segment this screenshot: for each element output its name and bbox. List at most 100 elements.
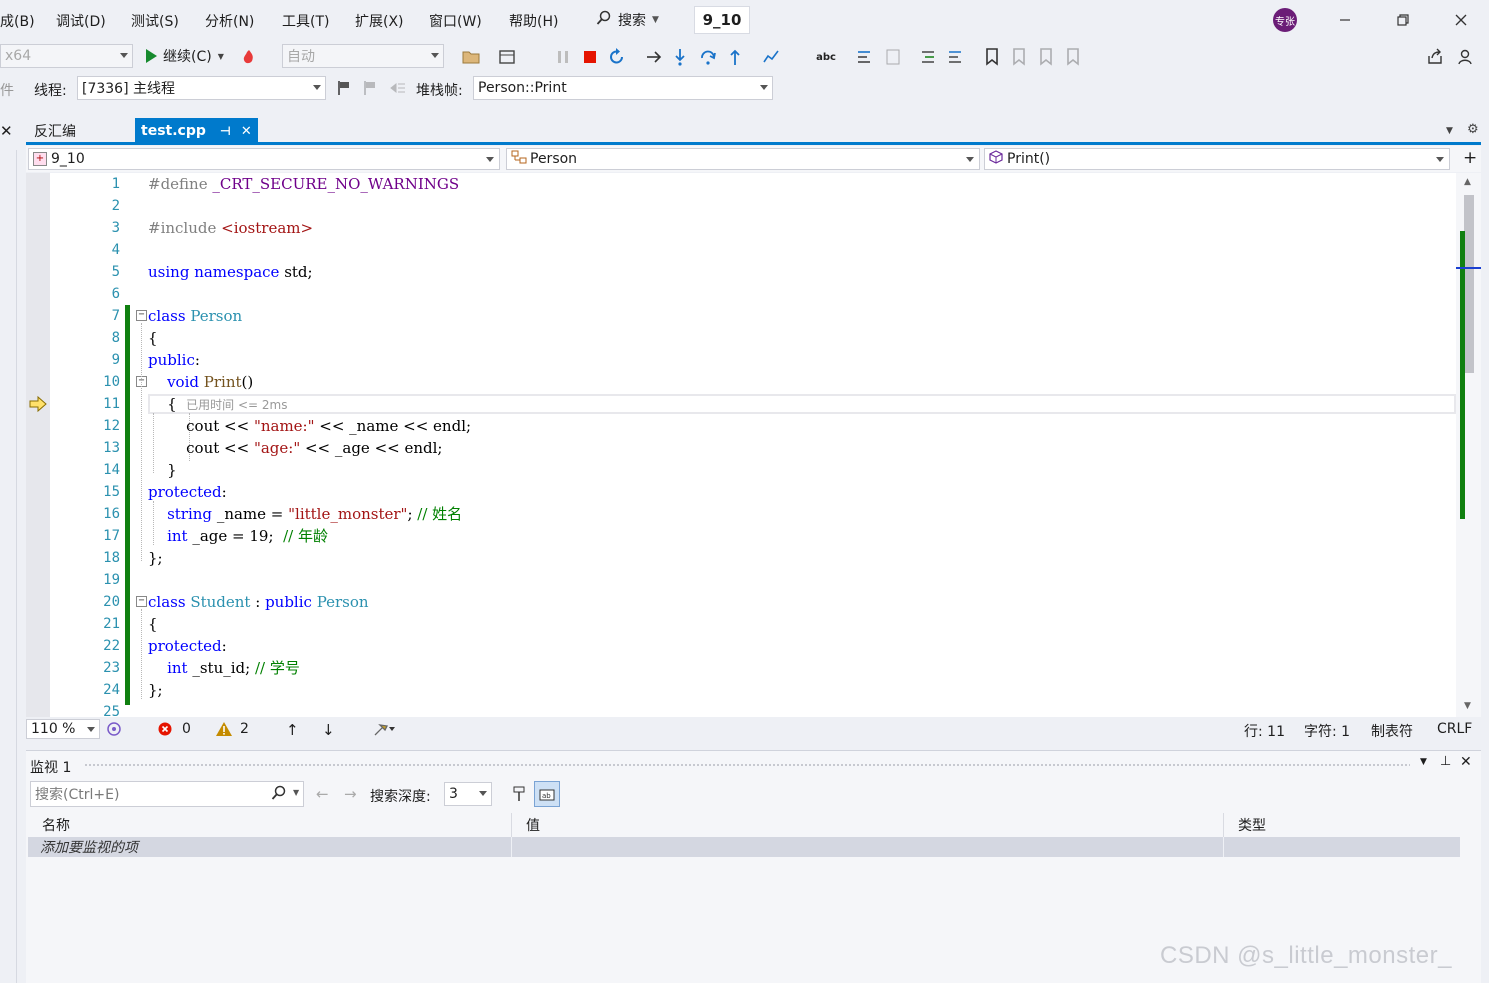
uncomment-lines-icon[interactable] [946, 48, 964, 66]
platform-select[interactable]: x64 [0, 44, 133, 68]
hot-reload-icon[interactable] [240, 48, 258, 66]
code-line-12: cout << "name:" << _name << endl; [148, 417, 472, 435]
gear-icon[interactable]: ⚙ [1467, 122, 1479, 137]
depth-select[interactable]: 3 [444, 782, 492, 806]
line-indicator[interactable]: 行: 11 [1244, 721, 1285, 741]
menu-tools[interactable]: 工具(T) [282, 11, 329, 31]
continue-button[interactable]: 继续(C) ▼ [146, 46, 224, 66]
show-next-statement-icon[interactable] [645, 48, 663, 66]
share-icon[interactable] [1426, 48, 1444, 66]
menu-analyze[interactable]: 分析(N) [205, 11, 254, 31]
panel-menu-icon[interactable]: ▼ [1420, 757, 1427, 767]
code-editor[interactable]: 1 2 3 4 5 6 7 8 9 10 11 12 13 14 15 16 17 18 19 20 21 22 23 24 2… [26, 173, 1481, 717]
step-over-icon[interactable] [699, 48, 717, 66]
open-folder-icon[interactable] [462, 48, 480, 66]
pin-panel-icon[interactable]: ⊥ [1440, 754, 1451, 769]
errors-count: 0 [182, 721, 191, 737]
prev-bookmark-icon[interactable] [1010, 48, 1028, 66]
col-header-name[interactable]: 名称 [28, 813, 512, 837]
col-header-type[interactable]: 类型 [1224, 813, 1460, 837]
title-grip[interactable] [84, 763, 1410, 768]
search-icon [596, 10, 612, 30]
tab-list-dropdown-icon[interactable]: ▼ [1446, 126, 1453, 136]
arrow-up-icon[interactable]: ↑ [286, 721, 299, 739]
window-layout-icon[interactable] [498, 48, 516, 66]
line-number: 9 [111, 352, 120, 368]
search-back-icon[interactable]: ← [316, 785, 329, 803]
clear-bookmarks-icon[interactable] [1064, 48, 1082, 66]
live-share-icon[interactable] [1458, 48, 1476, 66]
search-icon[interactable] [271, 785, 287, 805]
line-number: 2 [111, 198, 120, 214]
stackframe-select[interactable]: Person::Print [473, 76, 773, 100]
glyph-margin[interactable] [26, 173, 50, 717]
pause-icon[interactable] [554, 48, 572, 66]
add-watch-item[interactable]: 添加要监视的项 [28, 837, 512, 857]
scroll-down-icon[interactable]: ▼ [1464, 701, 1471, 711]
menu-test[interactable]: 测试(S) [131, 11, 179, 31]
menu-help[interactable]: 帮助(H) [509, 11, 558, 31]
step-into-icon[interactable] [671, 48, 689, 66]
avatar[interactable]: 专张 [1273, 8, 1297, 32]
minimize-button[interactable] [1325, 6, 1365, 34]
close-button[interactable] [1441, 6, 1481, 34]
menu-window[interactable]: 窗口(W) [429, 11, 482, 31]
tabs-indicator[interactable]: 制表符 [1371, 721, 1413, 741]
scrollbar-thumb[interactable] [1464, 195, 1474, 373]
search-label: 搜索 [618, 13, 646, 29]
comment-lines-icon[interactable] [919, 48, 937, 66]
diagnostics-icon[interactable] [762, 48, 780, 66]
thread-select[interactable]: [7336] 主线程 [77, 76, 326, 100]
pin-watch-icon[interactable] [510, 785, 528, 807]
menu-build[interactable]: 成(B) [0, 11, 35, 31]
restart-icon[interactable] [608, 48, 626, 66]
restore-button[interactable] [1383, 6, 1423, 34]
copilot-icon[interactable] [106, 721, 122, 737]
stop-icon[interactable] [581, 48, 599, 66]
hex-display-toggle[interactable]: ab [534, 781, 560, 807]
spell-check-icon[interactable]: abc [816, 48, 836, 66]
next-bookmark-icon[interactable] [1037, 48, 1055, 66]
class-select[interactable]: Person [506, 148, 980, 170]
chevron-down-icon[interactable]: ▼ [293, 788, 299, 797]
search-forward-icon[interactable]: → [344, 785, 357, 803]
pin-icon[interactable]: ⊣ [220, 124, 231, 138]
fold-toggle-person[interactable]: − [136, 310, 147, 321]
split-editor-icon[interactable]: + [1463, 148, 1477, 168]
code-cleanup-icon[interactable] [373, 721, 395, 737]
watch-search-input[interactable]: 搜索(Ctrl+E) ▼ [30, 781, 304, 807]
menu-debug[interactable]: 调试(D) [56, 11, 106, 31]
editor-scrollbar[interactable]: ▲ ▼ [1456, 173, 1481, 717]
warnings-indicator[interactable]: 2 [216, 721, 249, 737]
flag-icon[interactable] [335, 79, 353, 97]
close-panel-icon[interactable]: ✕ [1460, 754, 1472, 770]
close-icon[interactable]: ✕ [0, 122, 13, 140]
eol-indicator[interactable]: CRLF [1437, 721, 1472, 737]
char-indicator[interactable]: 字符: 1 [1304, 721, 1350, 741]
flag-threads-icon[interactable] [361, 79, 379, 97]
expand-callstack-icon[interactable] [389, 79, 407, 97]
performance-tip[interactable]: 已用时间 <= 2ms [186, 398, 287, 412]
close-tab-icon[interactable]: ✕ [241, 124, 252, 139]
arrow-down-icon[interactable]: ↓ [322, 721, 335, 739]
search-button[interactable]: 搜索 ▼ [596, 6, 676, 34]
format-icon[interactable] [855, 48, 873, 66]
tab-test-cpp[interactable]: test.cpp ⊣ ✕ [135, 118, 258, 144]
scroll-up-icon[interactable]: ▲ [1464, 177, 1471, 187]
project-select[interactable]: + 9_10 [28, 148, 500, 170]
line-number: 11 [103, 396, 120, 412]
block-icon[interactable] [884, 48, 902, 66]
col-header-value[interactable]: 值 [512, 813, 1224, 837]
step-out-icon[interactable] [726, 48, 744, 66]
zoom-select[interactable]: 110 % [26, 719, 100, 739]
member-select[interactable]: Print() [984, 148, 1450, 170]
fold-toggle-student[interactable]: − [136, 596, 147, 607]
menu-extensions[interactable]: 扩展(X) [355, 11, 404, 31]
watch-add-row[interactable]: 添加要监视的项 [28, 837, 1460, 857]
svg-text:ab: ab [542, 792, 551, 800]
errors-indicator[interactable]: 0 [158, 721, 191, 737]
stackframe-value: Person::Print [478, 80, 567, 96]
tab-disassembly[interactable]: 反汇编 [28, 118, 82, 144]
bookmark-icon[interactable] [983, 48, 1001, 66]
auto-select[interactable]: 自动 [282, 44, 444, 68]
